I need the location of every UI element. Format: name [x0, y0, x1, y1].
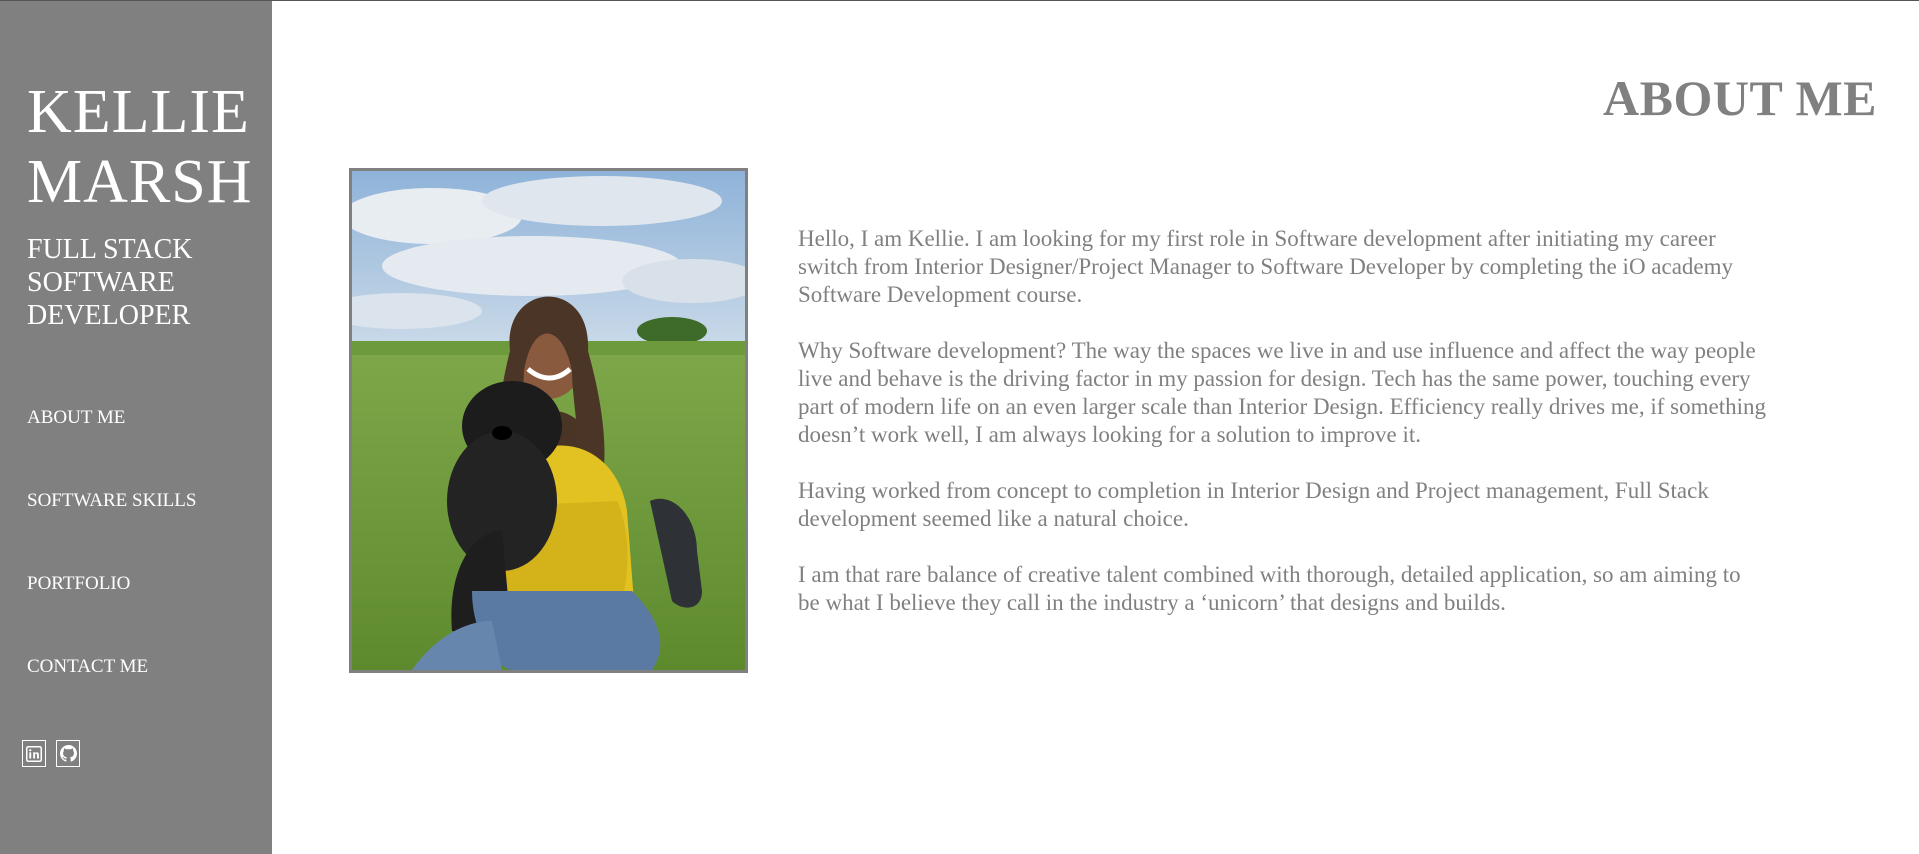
job-title-line: FULL STACK — [27, 234, 193, 265]
nav-item-contact-me[interactable]: CONTACT ME — [27, 656, 272, 739]
nav-item-portfolio[interactable]: PORTFOLIO — [27, 573, 272, 656]
bio-paragraph: I am that rare balance of creative talen… — [798, 562, 1741, 615]
github-icon[interactable] — [56, 740, 80, 767]
job-title-line: SOFTWARE — [27, 267, 175, 298]
site-name: KELLIE MARSH — [27, 1, 272, 217]
social-links — [22, 740, 80, 767]
bio-paragraph: Why Software development? The way the sp… — [798, 338, 1766, 447]
job-title-line: DEVELOPER — [27, 300, 191, 331]
name-first: KELLIE — [27, 78, 250, 146]
sidebar: KELLIE MARSH FULL STACK SOFTWARE DEVELOP… — [0, 1, 272, 854]
nav-menu: ABOUT ME SOFTWARE SKILLS PORTFOLIO CONTA… — [27, 407, 272, 739]
bio-text: Hello, I am Kellie. I am looking for my … — [798, 225, 1768, 645]
nav-item-software-skills[interactable]: SOFTWARE SKILLS — [27, 490, 272, 573]
page-title: ABOUT ME — [1603, 70, 1877, 126]
job-title: FULL STACK SOFTWARE DEVELOPER — [27, 233, 272, 332]
linkedin-icon[interactable] — [22, 740, 46, 767]
profile-photo — [349, 168, 748, 673]
page: KELLIE MARSH FULL STACK SOFTWARE DEVELOP… — [0, 0, 1919, 854]
bio-paragraph: Hello, I am Kellie. I am looking for my … — [798, 226, 1734, 307]
bio-paragraph: Having worked from concept to completion… — [798, 478, 1709, 531]
nav-item-about-me[interactable]: ABOUT ME — [27, 407, 272, 490]
name-last: MARSH — [27, 148, 253, 216]
